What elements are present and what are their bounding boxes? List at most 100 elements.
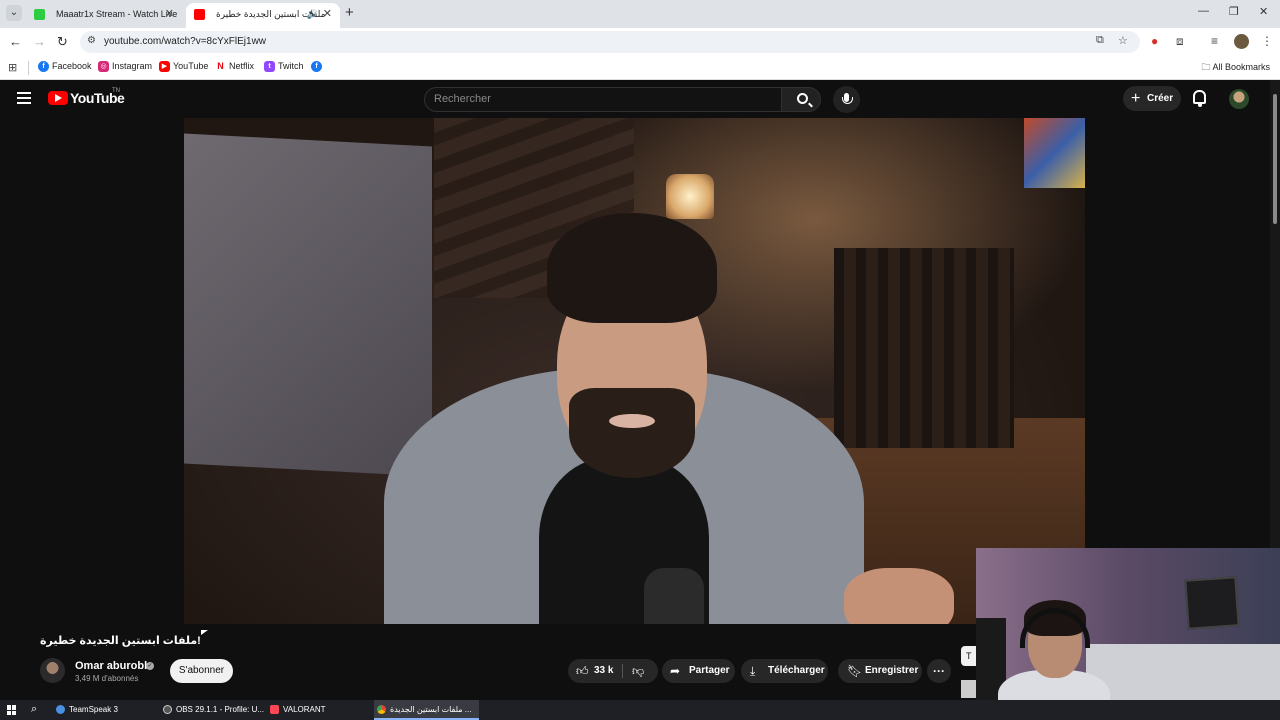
video-scene-lamp bbox=[666, 174, 714, 219]
search-button[interactable] bbox=[781, 87, 821, 112]
save-button[interactable]: 🔖︎ Enregistrer bbox=[838, 659, 922, 683]
address-bar-row: ← → ↻ ⚙ youtube.com/watch?v=8cYxFlEj1ww … bbox=[0, 28, 1280, 56]
facebook-icon: f bbox=[311, 61, 322, 72]
divider bbox=[622, 664, 623, 678]
taskbar-obs[interactable]: OBS 29.1.1 - Profile: U... bbox=[160, 700, 264, 720]
thumbs-down-icon[interactable]: 👎︎ bbox=[632, 659, 644, 683]
bookmark-instagram[interactable]: ◎ Instagram bbox=[98, 60, 152, 74]
taskbar-chrome[interactable]: ملفات ابستين الجديدة ... bbox=[374, 700, 479, 720]
verified-check-icon: ✓ bbox=[146, 662, 154, 670]
windows-start-icon[interactable] bbox=[7, 705, 17, 715]
webcam-poster bbox=[1184, 576, 1240, 630]
like-count[interactable]: 33 k bbox=[594, 665, 613, 676]
instagram-icon: ◎ bbox=[98, 61, 109, 72]
divider bbox=[28, 61, 29, 75]
video-scene-shelf bbox=[834, 248, 1014, 448]
tab-youtube-active[interactable]: ملفات ابستين الجديدة خطيرة 🔊 ✕ bbox=[186, 3, 340, 28]
reload-icon[interactable]: ↻ bbox=[57, 34, 68, 50]
download-icon: ⤓ bbox=[750, 664, 756, 678]
minimize-button[interactable]: — bbox=[1198, 5, 1209, 17]
thumbs-up-icon[interactable]: 👍︎ bbox=[576, 659, 589, 683]
teamspeak-icon bbox=[56, 705, 65, 714]
obs-icon bbox=[163, 705, 172, 714]
restore-button[interactable]: ❐ bbox=[1229, 5, 1239, 18]
more-actions-button[interactable]: ··· bbox=[927, 659, 951, 683]
media-control-icon[interactable]: ≡ bbox=[1211, 34, 1218, 48]
search-box[interactable] bbox=[424, 87, 782, 112]
star-icon[interactable]: ☆ bbox=[1118, 34, 1128, 47]
audio-playing-icon[interactable]: 🔊 bbox=[307, 3, 318, 25]
tab-maaatr1x[interactable]: Maaatr1x Stream - Watch Live ✕ bbox=[26, 3, 182, 28]
twitch-favicon-icon bbox=[34, 9, 45, 20]
close-icon[interactable]: ✕ bbox=[323, 3, 332, 25]
chrome-menu-icon[interactable]: ⋮ bbox=[1261, 34, 1273, 48]
taskbar-search-icon[interactable]: ⌕ bbox=[31, 703, 37, 716]
subscriber-count: 3,49 M d'abonnés bbox=[75, 674, 139, 683]
account-avatar[interactable] bbox=[1229, 89, 1249, 109]
country-code: TN bbox=[112, 88, 120, 94]
webcam-overlay bbox=[976, 548, 1280, 720]
extension-adblock-icon[interactable]: ● bbox=[1151, 34, 1158, 48]
youtube-icon: ▶ bbox=[159, 61, 170, 72]
scrollbar-thumb[interactable] bbox=[1273, 94, 1277, 224]
like-dislike-group: 👍︎ 33 k 👎︎ bbox=[568, 659, 658, 683]
install-app-icon[interactable]: ⧉ bbox=[1096, 34, 1104, 47]
bookmark-netflix[interactable]: N Netflix bbox=[215, 60, 254, 74]
search-input[interactable] bbox=[434, 93, 764, 105]
youtube-favicon-icon bbox=[194, 9, 205, 20]
site-info-icon[interactable]: ⚙ bbox=[87, 35, 96, 46]
video-scene-painting bbox=[1024, 118, 1085, 188]
chrome-icon bbox=[377, 705, 386, 714]
back-icon[interactable]: ← bbox=[9, 34, 22, 49]
youtube-logo-icon[interactable] bbox=[48, 91, 68, 105]
tab-strip: ⌄ Maaatr1x Stream - Watch Live ✕ ملفات ا… bbox=[0, 0, 1280, 28]
netflix-icon: N bbox=[215, 61, 226, 72]
bookmarks-bar: ⊞ f Facebook ◎ Instagram ▶ YouTube N Netflix… bbox=[0, 56, 1280, 80]
channel-avatar[interactable] bbox=[40, 658, 65, 683]
tab-title: Maaatr1x Stream - Watch Live bbox=[56, 9, 178, 19]
search-icon bbox=[797, 93, 808, 104]
omnibox[interactable]: ⚙ youtube.com/watch?v=8cYxFlEj1ww ⧉ ☆ bbox=[80, 31, 1140, 53]
video-title: !ملفات ابستين الجديدة خطيرة bbox=[40, 635, 201, 647]
notifications-bell-icon[interactable] bbox=[1193, 90, 1206, 107]
bookmark-icon: 🔖︎ bbox=[847, 664, 863, 678]
video-person-hand bbox=[844, 568, 954, 624]
bookmark-facebook-icon-only[interactable]: f bbox=[311, 60, 325, 74]
video-person-hair bbox=[547, 213, 717, 323]
mouse-cursor-icon bbox=[201, 630, 208, 635]
bookmark-youtube[interactable]: ▶ YouTube bbox=[159, 60, 208, 74]
new-tab-button[interactable]: + bbox=[345, 4, 354, 21]
menu-hamburger-icon[interactable] bbox=[17, 92, 31, 104]
windows-taskbar: ⌕ TeamSpeak 3 OBS 29.1.1 - Profile: U...… bbox=[0, 700, 1280, 720]
taskbar-valorant[interactable]: VALORANT bbox=[267, 700, 367, 720]
profile-avatar[interactable] bbox=[1234, 34, 1249, 49]
bookmark-twitch[interactable]: t Twitch bbox=[264, 60, 304, 74]
apps-grid-icon[interactable]: ⊞ bbox=[8, 61, 17, 74]
youtube-header: YouTube TN +Créer bbox=[0, 80, 1270, 118]
taskbar-teamspeak[interactable]: TeamSpeak 3 bbox=[53, 700, 153, 720]
share-button[interactable]: ➦ Partager bbox=[662, 659, 735, 683]
extensions-puzzle-icon[interactable]: ⧈ bbox=[1176, 34, 1184, 49]
sidebar-filter-chip[interactable]: T bbox=[961, 646, 977, 666]
video-microphone bbox=[644, 568, 704, 624]
bookmark-facebook[interactable]: f Facebook bbox=[38, 60, 92, 74]
sidebar-thumbnail[interactable] bbox=[961, 680, 977, 698]
close-icon[interactable]: ✕ bbox=[165, 3, 174, 25]
video-player[interactable] bbox=[184, 118, 1085, 624]
voice-search-icon[interactable] bbox=[833, 86, 860, 113]
tab-search-dropdown[interactable]: ⌄ bbox=[6, 5, 22, 21]
twitch-icon: t bbox=[264, 61, 275, 72]
close-window-button[interactable]: ✕ bbox=[1259, 5, 1268, 18]
create-button[interactable]: + Créer bbox=[1123, 86, 1181, 111]
download-button[interactable]: ⤓ Télécharger bbox=[741, 659, 828, 683]
forward-icon[interactable]: → bbox=[33, 34, 46, 49]
video-person-mouth bbox=[609, 414, 655, 428]
plus-icon: + bbox=[1131, 90, 1141, 107]
video-scene-projector-screen bbox=[184, 133, 432, 477]
video-person-beard bbox=[569, 388, 695, 478]
facebook-icon: f bbox=[38, 61, 49, 72]
all-bookmarks[interactable]: 🗀 All Bookmarks bbox=[1201, 60, 1270, 76]
url-text[interactable]: youtube.com/watch?v=8cYxFlEj1ww bbox=[104, 36, 266, 47]
channel-name[interactable]: Omar aburobb bbox=[75, 660, 151, 672]
subscribe-button[interactable]: S'abonner bbox=[170, 659, 233, 683]
